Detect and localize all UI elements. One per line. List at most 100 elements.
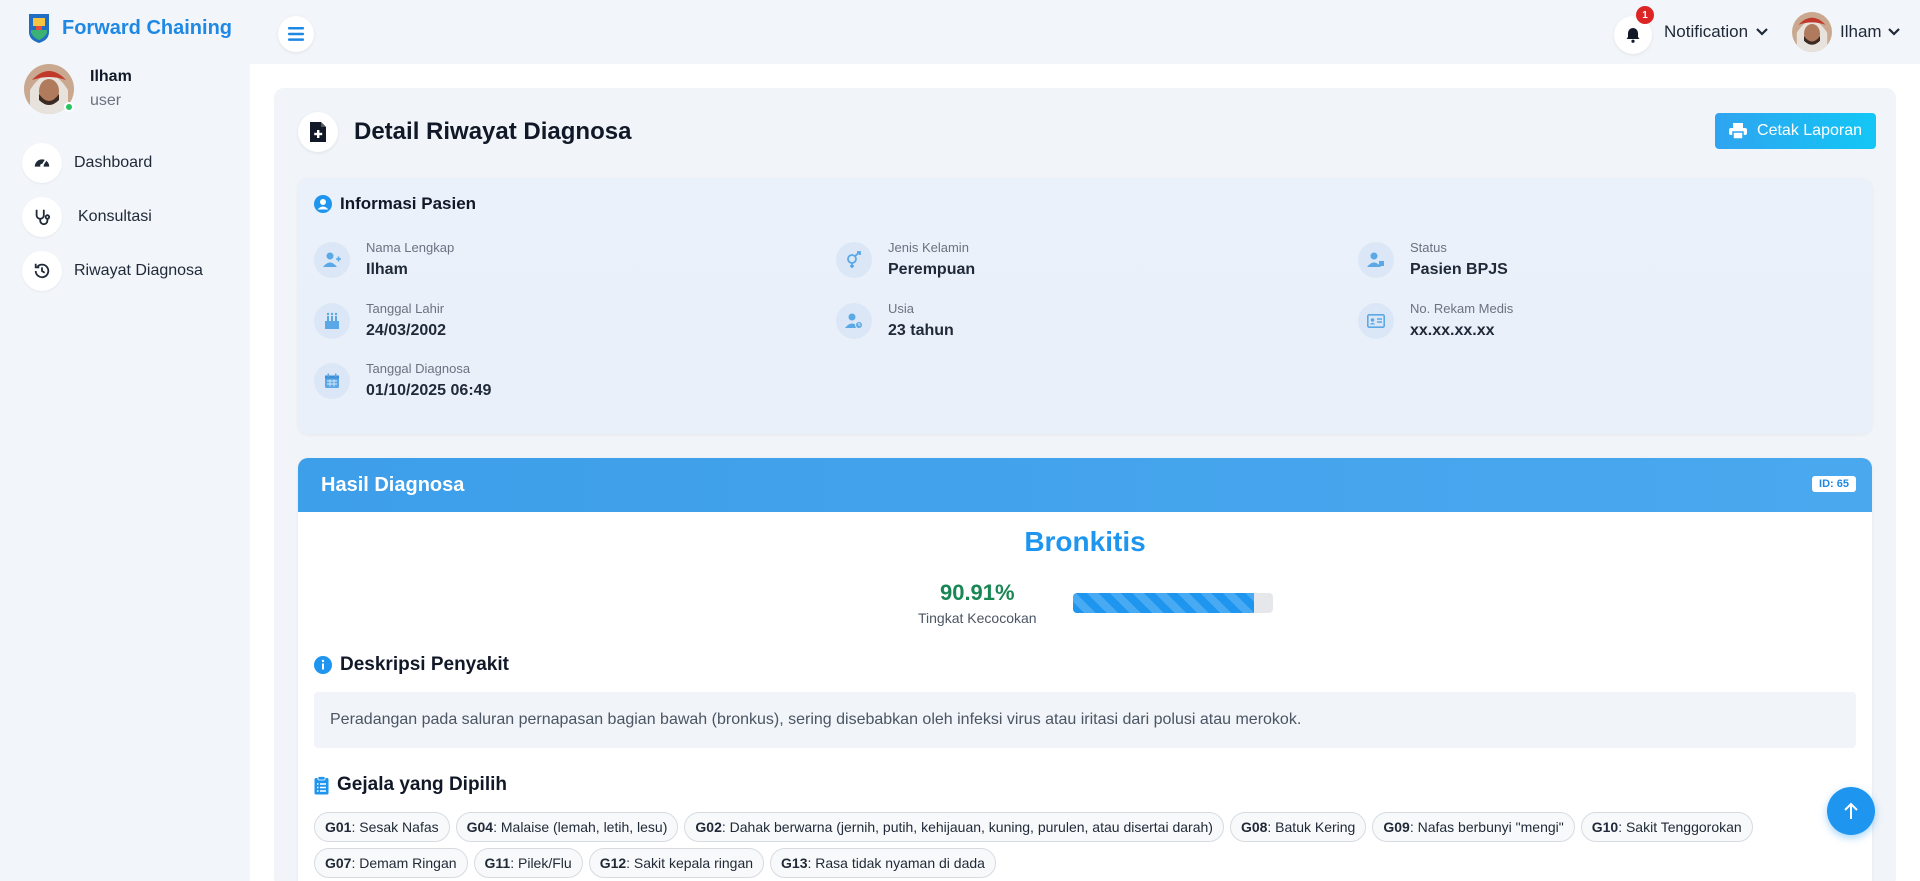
symptom-chip: G10: Sakit Tenggorokan <box>1580 812 1753 842</box>
header-user-name: Ilham <box>1840 22 1882 41</box>
calendar-icon <box>314 362 350 399</box>
user-circle-icon <box>314 195 332 213</box>
field-value: Perempuan <box>888 261 976 278</box>
symptom-text: : Sesak Nafas <box>351 819 439 835</box>
symptom-chip: G02: Dahak berwarna (jernih, putih, kehi… <box>684 812 1224 842</box>
symptom-code: G02 <box>695 819 722 835</box>
sidebar-item-dashboard[interactable]: Dashboard <box>22 143 203 183</box>
symptoms-title: Gejala yang Dipilih <box>314 774 507 796</box>
symptom-code: G07 <box>325 855 352 871</box>
print-report-button[interactable]: Cetak Laporan <box>1715 113 1876 149</box>
sidebar-item-konsultasi[interactable]: Konsultasi <box>22 197 203 237</box>
result-id-badge: ID: 65 <box>1812 476 1856 492</box>
patient-field-rekam-medis: No. Rekam Medis xx.xx.xx.xx <box>1358 301 1513 340</box>
symptom-chip: G12: Sakit kepala ringan <box>588 848 765 878</box>
info-circle-icon <box>314 656 332 674</box>
field-label: Tanggal Lahir <box>366 301 445 316</box>
patient-field-usia: Usia 23 tahun <box>836 301 954 340</box>
id-card-icon <box>1358 302 1394 339</box>
result-header: Hasil Diagnosa ID: 65 <box>298 458 1872 512</box>
gauge-icon <box>22 143 62 183</box>
symptom-chip: G08: Batuk Kering <box>1229 812 1367 842</box>
result-header-title: Hasil Diagnosa <box>321 473 465 496</box>
symptom-code: G11 <box>484 855 511 871</box>
field-value: 24/03/2002 <box>366 322 447 339</box>
symptom-text: : Dahak berwarna (jernih, putih, kehijau… <box>721 819 1213 835</box>
symptom-text: : Sakit kepala ringan <box>626 855 754 871</box>
hamburger-icon <box>288 27 304 41</box>
chevron-down-icon <box>1887 28 1900 36</box>
symptom-text: : Malaise (lemah, letih, lesu) <box>493 819 668 835</box>
symptom-chip: G07: Demam Ringan <box>314 848 468 878</box>
match-progress-fill <box>1072 593 1255 613</box>
symptom-chip: G01: Sesak Nafas <box>314 812 450 842</box>
user-icon <box>314 241 350 278</box>
symptom-chip: G11: Pilek/Flu <box>473 848 583 878</box>
chevron-down-icon <box>1756 28 1768 36</box>
notification-count-badge: 1 <box>1636 6 1654 24</box>
user-menu-dropdown[interactable]: Ilham <box>1840 22 1900 42</box>
field-value: xx.xx.xx.xx <box>1410 322 1495 339</box>
field-label: Nama Lengkap <box>366 240 455 255</box>
symptom-text: : Sakit Tenggorokan <box>1618 819 1742 835</box>
brand-logo-icon <box>29 14 49 43</box>
brand[interactable]: Forward Chaining <box>26 12 232 44</box>
symptom-text: : Nafas berbunyi "mengi" <box>1409 819 1564 835</box>
field-label: Jenis Kelamin <box>888 240 969 255</box>
scroll-to-top-button[interactable] <box>1827 787 1875 835</box>
field-label: Usia <box>888 301 915 316</box>
field-label: Tanggal Diagnosa <box>366 361 471 376</box>
sidebar-user-role: user <box>90 92 122 109</box>
symptom-code: G09 <box>1383 819 1410 835</box>
symptom-text: : Demam Ringan <box>351 855 457 871</box>
field-value: Pasien BPJS <box>1410 261 1508 278</box>
description-title-text: Deskripsi Penyakit <box>340 654 509 675</box>
symptom-chip: G13: Rasa tidak nyaman di dada <box>770 848 996 878</box>
main-content: Detail Riwayat Diagnosa Cetak Laporan In… <box>250 64 1920 881</box>
notification-dropdown[interactable]: Notification <box>1664 22 1768 42</box>
symptom-chip: G09: Nafas berbunyi "mengi" <box>1372 812 1575 842</box>
field-label: No. Rekam Medis <box>1410 301 1514 316</box>
symptom-text: : Batuk Kering <box>1267 819 1356 835</box>
disease-name: Bronkitis <box>1024 526 1146 557</box>
notification-button[interactable]: 1 <box>1614 6 1654 54</box>
file-medical-icon <box>298 112 338 152</box>
match-percent: 90.91% <box>939 580 1015 605</box>
sidebar-user-name: Ilham <box>90 68 132 85</box>
user-tag-icon <box>1358 241 1394 278</box>
field-label: Status <box>1410 240 1447 255</box>
menu-toggle-button[interactable] <box>278 16 314 52</box>
clipboard-list-icon <box>314 775 329 794</box>
sidebar-item-label: Dashboard <box>74 154 153 171</box>
match-progress-bar <box>1072 593 1273 613</box>
print-report-label: Cetak Laporan <box>1757 122 1862 139</box>
history-icon <box>22 251 62 291</box>
symptom-code: G10 <box>1591 819 1619 835</box>
birthday-cake-icon <box>314 302 350 339</box>
match-label: Tingkat Kecocokan <box>918 610 1037 626</box>
field-value: 23 tahun <box>888 322 954 339</box>
patient-field-tanggal-diagnosa: Tanggal Diagnosa 01/10/2025 06:49 <box>314 361 491 400</box>
sidebar-item-label: Riwayat Diagnosa <box>74 262 203 279</box>
disease-description: Peradangan pada saluran pernapasan bagia… <box>314 692 1856 748</box>
field-value: Ilham <box>366 261 408 278</box>
arrow-up-icon <box>1844 802 1858 819</box>
page-title: Detail Riwayat Diagnosa <box>354 118 632 145</box>
symptom-text: : Rasa tidak nyaman di dada <box>807 855 985 871</box>
header-avatar[interactable] <box>1792 12 1832 52</box>
patient-info-card: Informasi Pasien Nama Lengkap Ilham Jenis… <box>298 178 1872 434</box>
field-value: 01/10/2025 06:49 <box>366 382 492 399</box>
diagnosis-result-card: Hasil Diagnosa ID: 65 Bronkitis 90.91% T… <box>298 458 1872 881</box>
patient-info-title: Informasi Pasien <box>314 194 476 214</box>
printer-icon <box>1729 123 1748 139</box>
sidebar-item-riwayat-diagnosa[interactable]: Riwayat Diagnosa <box>22 251 203 291</box>
sidebar: Forward Chaining Ilham user Dashboard Ko… <box>0 0 250 881</box>
patient-field-status: Status Pasien BPJS <box>1358 240 1508 279</box>
description-title: Deskripsi Penyakit <box>314 654 509 676</box>
user-clock-icon <box>836 302 872 339</box>
match-score: 90.91% Tingkat Kecocokan <box>918 580 1273 626</box>
patient-field-tanggal-lahir: Tanggal Lahir 24/03/2002 <box>314 301 446 340</box>
sidebar-user: Ilham user <box>24 64 132 114</box>
page-header: Detail Riwayat Diagnosa <box>298 112 631 152</box>
bell-icon <box>1626 28 1640 43</box>
